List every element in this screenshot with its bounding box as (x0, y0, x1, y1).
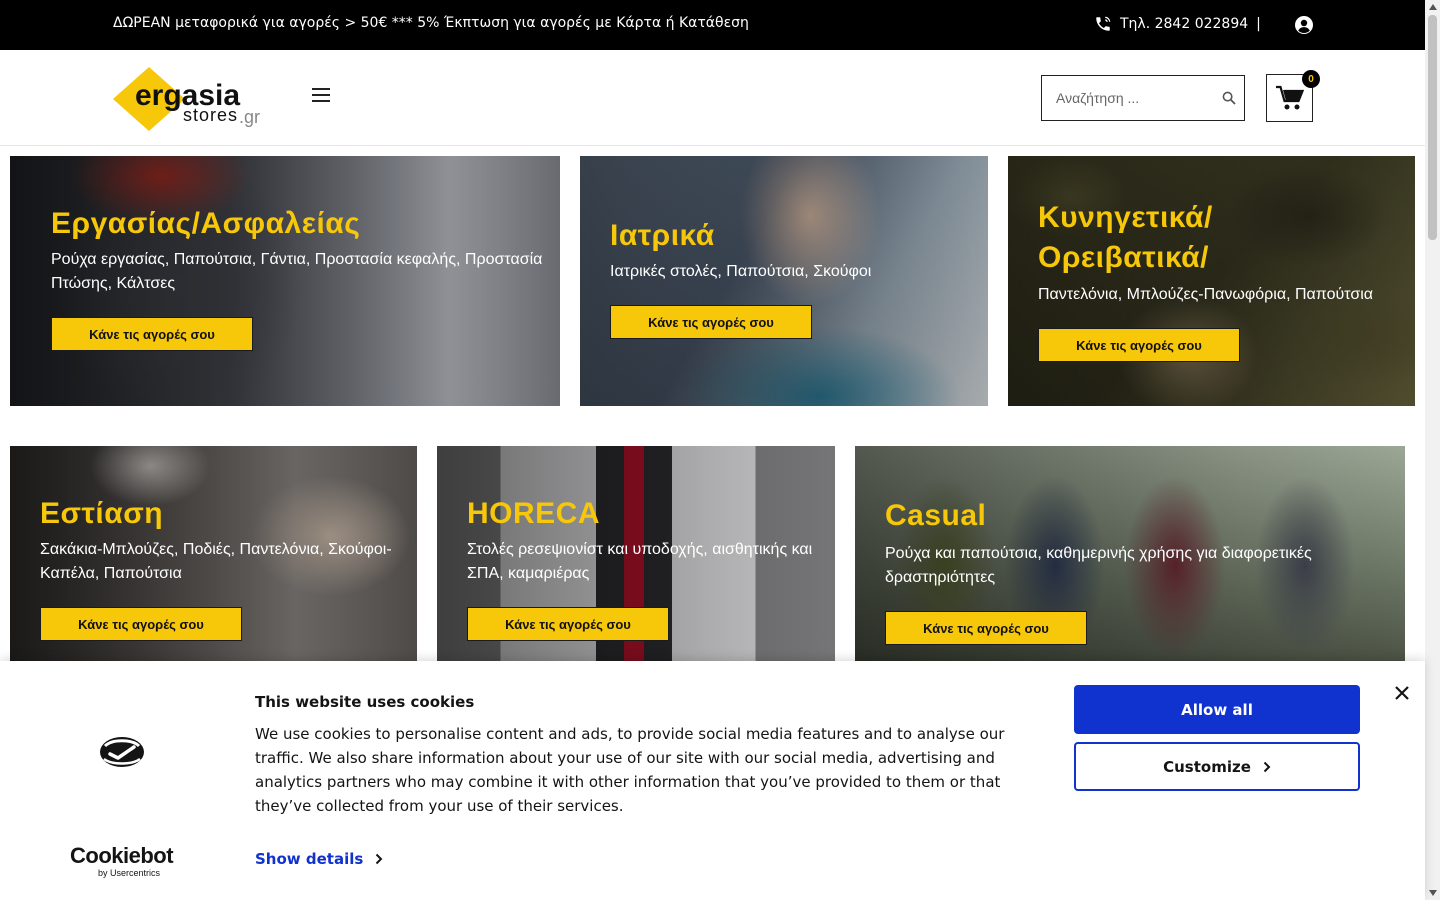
logo-sub-text: stores (183, 105, 238, 125)
tile-description: Ρούχα εργασίας, Παπούτσια, Γάντια, Προστ… (51, 251, 543, 292)
cookiebot-logo: Cookiebot by Usercentrics (70, 843, 174, 879)
site-header: ergasia stores .gr 0 (0, 50, 1425, 146)
tile-description: Στολές ρεσεψιονίστ και υποδοχής, αισθητι… (467, 541, 813, 582)
phone-icon (1096, 16, 1111, 31)
customize-button[interactable]: Customize (1074, 742, 1360, 791)
tile-description: Σακάκια-Μπλούζες, Ποδιές, Παντελόνια, Σκ… (40, 541, 392, 582)
site-logo[interactable]: ergasia stores .gr (113, 67, 265, 131)
category-tile-horeca[interactable]: HORECA Στολές ρεσεψιονίστ και υποδοχής, … (437, 446, 835, 661)
show-details-label[interactable]: Show details (255, 850, 363, 868)
scrollbar-thumb[interactable] (1428, 15, 1437, 240)
top-announcement-bar: ΔΩΡΕΑΝ μεταφορικά για αγορές > 50€ *** 5… (0, 0, 1425, 50)
page-scrollbar[interactable] (1425, 0, 1440, 900)
search-input[interactable] (1042, 76, 1212, 120)
shop-now-button[interactable]: Κάνε τις αγορές σου (1038, 328, 1240, 362)
cart-count-badge: 0 (1302, 70, 1320, 88)
cookie-title: This website uses cookies (255, 693, 475, 711)
phone-number[interactable]: Τηλ. 2842 022894 (1120, 16, 1248, 32)
customize-label[interactable]: Customize (1163, 758, 1251, 776)
menu-toggle-icon[interactable] (312, 88, 330, 104)
category-tile-catering[interactable]: Εστίαση Σακάκια-Μπλούζες, Ποδιές, Παντελ… (10, 446, 417, 661)
cart-button[interactable]: 0 (1266, 70, 1320, 122)
show-details-link[interactable]: Show details (255, 850, 383, 868)
cookiebot-brand-sub: by Usercentrics (98, 868, 161, 878)
shop-now-button[interactable]: Κάνε τις αγορές σου (610, 305, 812, 339)
tile-title: Casual (885, 499, 987, 532)
phone-contact[interactable]: Τηλ. 2842 022894 | (1094, 15, 1261, 33)
category-tile-casual[interactable]: Casual Ρούχα και παπούτσια, καθημερινής … (855, 446, 1405, 661)
chevron-right-icon (1263, 761, 1271, 772)
tile-description: Παντελόνια, Μπλούζες-Πανωφόρια, Παπούτσι… (1038, 286, 1374, 303)
cookiebot-brand: Cookiebot (70, 843, 174, 868)
category-tile-hunting[interactable]: Κυνηγετικά/ Ορειβατικά/ Παντελόνια, Μπλο… (1008, 156, 1415, 406)
promo-text: ΔΩΡΕΑΝ μεταφορικά για αγορές > 50€ *** 5… (113, 15, 749, 31)
topbar-separator: | (1256, 16, 1261, 32)
cookie-description: We use cookies to personalise content an… (255, 725, 1005, 815)
category-tile-work-safety[interactable]: Εργασίας/Ασφαλείας Ρούχα εργασίας, Παπού… (10, 156, 560, 406)
tile-title: HORECA (467, 497, 601, 530)
scroll-down-icon[interactable] (1429, 890, 1437, 896)
tile-title: Ιατρικά (610, 219, 715, 252)
shop-now-button[interactable]: Κάνε τις αγορές σου (467, 607, 669, 641)
logo-tld-text: .gr (239, 107, 260, 127)
tile-title: Εστίαση (40, 497, 164, 530)
shop-now-button[interactable]: Κάνε τις αγορές σου (885, 611, 1087, 645)
shop-now-button[interactable]: Κάνε τις αγορές σου (51, 317, 253, 351)
user-account-icon[interactable] (1294, 15, 1314, 35)
chevron-right-icon (376, 853, 383, 865)
cookie-consent-banner: Cookiebot by Usercentrics This website u… (0, 661, 1425, 900)
tile-title: Κυνηγετικά/ Ορειβατικά/ (1038, 201, 1213, 274)
search-box[interactable] (1041, 75, 1245, 121)
tile-title: Εργασίας/Ασφαλείας (51, 207, 361, 240)
close-icon[interactable] (1394, 685, 1410, 701)
scroll-up-icon[interactable] (1429, 4, 1437, 10)
shop-now-button[interactable]: Κάνε τις αγορές σου (40, 607, 242, 641)
cookiebot-icon (100, 737, 144, 767)
allow-all-button[interactable]: Allow all (1074, 685, 1360, 734)
tile-description: Ιατρικές στολές, Παπούτσια, Σκούφοι (610, 263, 872, 280)
tile-description: Ρούχα και παπούτσια, καθημερινής χρήσης … (885, 545, 1312, 586)
category-tile-medical[interactable]: Ιατρικά Ιατρικές στολές, Παπούτσια, Σκού… (580, 156, 988, 406)
cart-icon (1276, 85, 1304, 110)
search-icon[interactable] (1222, 91, 1236, 105)
